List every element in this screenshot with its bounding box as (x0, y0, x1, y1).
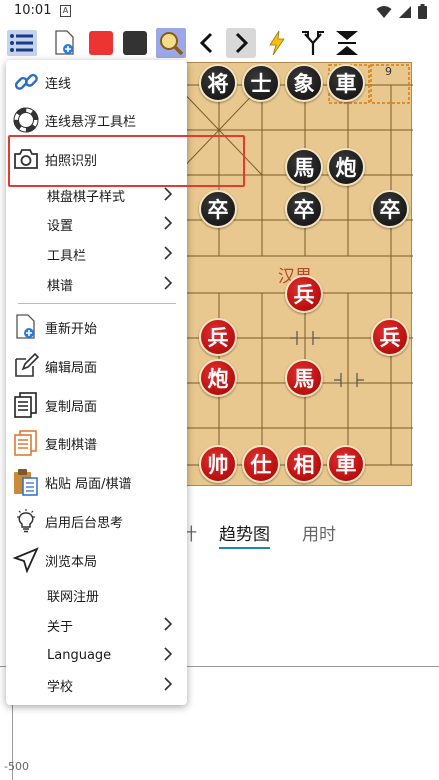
menu-label: 启用后台思考 (45, 515, 124, 531)
menu-separator (18, 303, 176, 304)
chess-piece-black[interactable]: 士 (242, 64, 280, 102)
wifi-icon (376, 5, 392, 18)
link-icon (12, 68, 40, 96)
new-doc-icon (12, 313, 40, 341)
chart-y-label: -500 (4, 760, 29, 773)
menu-label: 浏览本局 (45, 554, 98, 570)
list-menu-icon (7, 30, 37, 56)
lightning-icon (269, 30, 285, 56)
chevron-left-icon (199, 32, 213, 54)
search-button[interactable] (156, 28, 186, 58)
menu-label: 联网注册 (47, 589, 100, 605)
navigate-icon (12, 546, 40, 574)
branch-button[interactable] (298, 28, 328, 58)
menu-label: 工具栏 (47, 248, 87, 264)
menu-item-background-thinking[interactable]: 启用后台思考 (6, 502, 187, 540)
flip-icon (336, 31, 358, 55)
chevron-right-icon (164, 216, 173, 230)
chevron-right-icon (164, 647, 173, 661)
status-right (376, 4, 427, 19)
menu-label: 重新开始 (45, 321, 98, 337)
highlight-box (8, 135, 245, 187)
chess-piece-red[interactable]: 車 (327, 445, 365, 483)
tab-trend[interactable]: 趋势图 (219, 520, 270, 549)
menu-label: 学校 (47, 679, 74, 695)
flip-board-button[interactable] (332, 28, 362, 58)
menu-item-paste[interactable]: 粘贴 局面/棋谱 (6, 463, 187, 501)
chess-piece-red[interactable]: 馬 (285, 359, 323, 397)
notification-a-icon: A (60, 5, 71, 17)
lifebuoy-icon (12, 106, 40, 134)
engine-button[interactable] (262, 28, 292, 58)
menu-item-copy-position[interactable]: 复制局面 (6, 386, 187, 424)
chess-piece-black[interactable]: 象 (285, 64, 323, 102)
menu-label: 棋盘棋子样式 (47, 189, 126, 205)
menu-label: 编辑局面 (45, 360, 98, 376)
paste-icon (12, 468, 40, 496)
menu-item-school[interactable]: 学校 (6, 666, 187, 704)
bulb-icon (12, 507, 40, 535)
menu-item-copy-record[interactable]: 复制棋谱 (6, 424, 187, 462)
battery-icon (418, 4, 427, 19)
magnifier-icon (160, 32, 184, 56)
black-square-icon (123, 31, 147, 55)
chevron-right-icon (235, 32, 249, 54)
edit-icon (12, 352, 40, 380)
chess-piece-red[interactable]: 仕 (242, 445, 280, 483)
new-doc-icon (55, 30, 74, 55)
menu-label: 关于 (47, 619, 74, 635)
chess-piece-black[interactable]: 卒 (199, 190, 237, 228)
status-time: 10:01 (14, 3, 52, 18)
chevron-right-icon (164, 187, 173, 201)
black-side-button[interactable] (120, 28, 150, 58)
back-button[interactable] (192, 28, 222, 58)
menu-item-link-toolbar[interactable]: 连线悬浮工具栏 (6, 101, 187, 139)
menu-item-restart[interactable]: 重新开始 (6, 308, 187, 346)
chess-piece-red[interactable]: 相 (285, 445, 323, 483)
status-bar: 10:01 A (0, 0, 439, 24)
menu-label: 连线 (45, 76, 72, 92)
chess-piece-black[interactable]: 馬 (285, 148, 323, 186)
menu-label: 设置 (47, 218, 74, 234)
branch-icon (302, 31, 324, 55)
menu-label: 棋谱 (47, 278, 74, 294)
chevron-right-icon (164, 677, 173, 691)
menu-label: 复制棋谱 (45, 437, 98, 453)
chevron-right-icon (164, 276, 173, 290)
chevron-right-icon (164, 246, 173, 260)
menu-label: 复制局面 (45, 399, 98, 415)
new-game-button[interactable] (50, 28, 80, 58)
chess-piece-red[interactable]: 兵 (199, 318, 237, 356)
toolbar (0, 26, 439, 62)
chess-piece-red[interactable]: 兵 (371, 318, 409, 356)
signal-icon (399, 5, 411, 18)
forward-button[interactable] (226, 28, 256, 58)
column-label: 9 (385, 65, 392, 78)
chess-piece-black[interactable]: 炮 (327, 148, 365, 186)
copy-record-icon (12, 429, 40, 457)
copy-doc-icon (12, 391, 40, 419)
menu-label: Language (47, 647, 112, 663)
tab-time[interactable]: 用时 (302, 520, 336, 545)
chess-piece-red[interactable]: 兵 (285, 275, 323, 313)
chess-piece-black[interactable]: 卒 (371, 190, 409, 228)
menu-item-browse-game[interactable]: 浏览本局 (6, 541, 187, 579)
red-square-icon (89, 31, 113, 55)
chevron-right-icon (164, 617, 173, 631)
menu-button[interactable] (7, 28, 37, 58)
chess-piece-red[interactable]: 炮 (199, 359, 237, 397)
chess-piece-black[interactable]: 車 (327, 64, 365, 102)
chess-piece-black[interactable]: 将 (199, 64, 237, 102)
red-side-button[interactable] (86, 28, 116, 58)
menu-item-edit-position[interactable]: 编辑局面 (6, 347, 187, 385)
menu-item-link[interactable]: 连线 (6, 63, 187, 101)
menu-label: 粘贴 局面/棋谱 (45, 476, 132, 492)
chess-piece-red[interactable]: 帅 (199, 445, 237, 483)
menu-item-records[interactable]: 棋谱 (6, 265, 187, 303)
chess-piece-black[interactable]: 卒 (285, 190, 323, 228)
menu-label: 连线悬浮工具栏 (45, 114, 137, 130)
